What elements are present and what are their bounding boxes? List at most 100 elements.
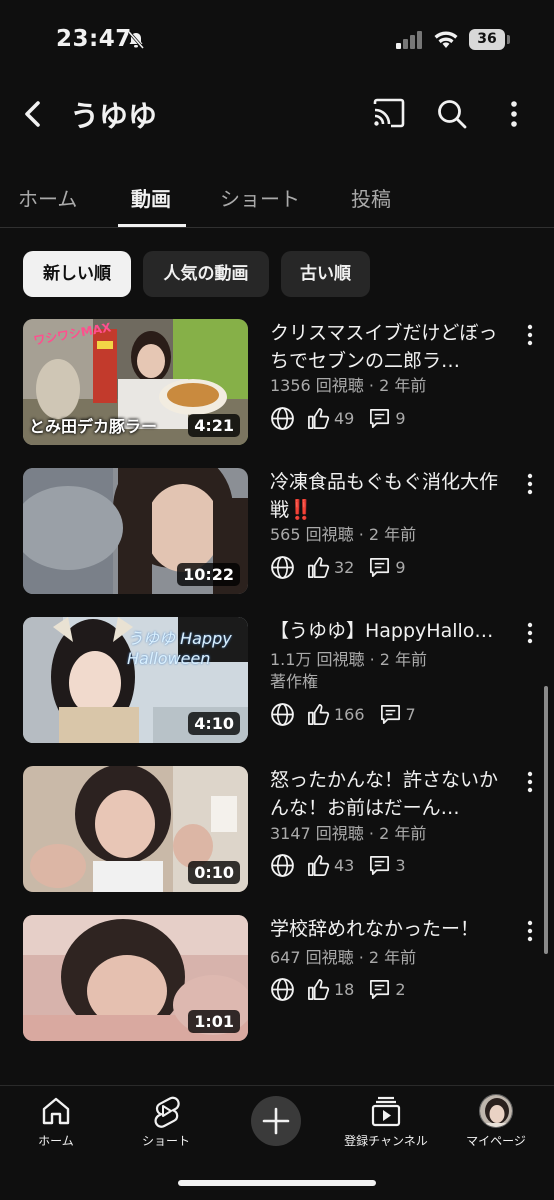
nav-shorts[interactable]: ショート [111,1094,221,1149]
video-item[interactable]: ワシワシMAX とみ田デカ豚ラー 4:21 クリスマスイブだけどぼっちでセブンの… [0,319,554,447]
video-item[interactable]: 0:10 怒ったかんな！許さないかんな！お前はだーん… 3147 回視聴 · 2… [0,766,554,894]
like-count: 43 [334,855,355,875]
back-arrow-icon[interactable] [20,98,46,130]
video-title[interactable]: 怒ったかんな！許さないかんな！お前はだーん… [270,766,506,822]
wifi-icon [434,31,458,48]
video-meta: 1.1万 回視聴 · 2 年前 [270,650,428,669]
thumbnail-overlay-text: うゆゆ Happy Halloween [127,629,232,668]
comment-count: 9 [395,408,406,428]
comment-count: 3 [395,855,406,875]
sort-chips: 新しい順 人気の動画 古い順 [0,251,554,297]
comment-icon [370,557,390,577]
nav-subscriptions-label: 登録チャンネル [344,1134,428,1148]
comment-icon [370,979,390,999]
public-globe-icon [271,555,294,579]
status-time: 23:47 [56,26,132,52]
home-icon [42,1097,70,1125]
channel-title: うゆゆ [70,99,158,133]
video-stats: 166 7 [270,701,430,727]
video-item[interactable]: うゆゆ Happy Halloween 4:10 【うゆゆ】HappyHallo… [0,617,554,745]
like-count: 18 [334,979,355,999]
tab-videos[interactable]: 動画 [131,183,171,212]
comment-count: 9 [395,557,406,577]
video-meta: 3147 回視聴 · 2 年前 [270,824,427,843]
nav-you-label: マイページ [466,1134,526,1148]
channel-header: うゆゆ [0,84,554,144]
like-icon [308,854,330,876]
video-more-icon[interactable] [522,621,538,645]
video-more-icon[interactable] [522,919,538,943]
video-meta: 565 回視聴 · 2 年前 [270,525,417,544]
like-icon [308,703,330,725]
battery-indicator: 36 [469,29,505,50]
like-icon [308,556,330,578]
video-thumbnail[interactable]: ワシワシMAX とみ田デカ豚ラー 4:21 [23,319,248,445]
cast-icon[interactable] [372,98,406,128]
video-title[interactable]: 冷凍食品もぐもぐ消化大作戦‼️ [270,468,506,524]
status-bar: 23:47 36 [0,0,554,80]
chip-oldest[interactable]: 古い順 [281,251,370,297]
scrollbar[interactable] [544,686,548,954]
create-button[interactable] [251,1096,301,1146]
comment-icon [370,855,390,875]
video-meta: 1356 回視聴 · 2 年前 [270,376,427,395]
public-globe-icon [271,977,294,1001]
active-tab-indicator [118,224,186,227]
video-title[interactable]: 【うゆゆ】HappyHallo… [270,617,506,645]
video-title[interactable]: クリスマスイブだけどぼっちでセブンの二郎ラ… [270,319,506,375]
video-item[interactable]: 10:22 冷凍食品もぐもぐ消化大作戦‼️ 565 回視聴 · 2 年前 32 … [0,468,554,596]
video-more-icon[interactable] [522,472,538,496]
nav-home[interactable]: ホーム [1,1094,111,1149]
video-duration: 1:01 [188,1010,240,1033]
nav-you[interactable]: マイページ [441,1094,551,1149]
bell-muted-icon [127,31,145,49]
public-globe-icon [271,702,294,726]
comment-icon [380,704,400,724]
avatar [479,1094,513,1128]
video-stats: 43 3 [270,852,420,878]
video-thumbnail[interactable]: 10:22 [23,468,248,594]
copyright-notice: 著作権 [270,672,319,691]
like-icon [308,978,330,1000]
public-globe-icon [271,853,294,877]
video-item[interactable]: 1:01 学校辞めれなかったー！ 647 回視聴 · 2 年前 18 2 [0,915,554,1043]
subscriptions-icon [371,1096,401,1127]
comment-count: 2 [395,979,406,999]
video-thumbnail[interactable]: 1:01 [23,915,248,1041]
video-duration: 0:10 [188,861,240,884]
avatar-image [480,1095,512,1127]
video-thumbnail[interactable]: 0:10 [23,766,248,892]
plus-icon [262,1107,290,1135]
chip-newest[interactable]: 新しい順 [23,251,131,297]
video-thumbnail[interactable]: うゆゆ Happy Halloween 4:10 [23,617,248,743]
shorts-icon [154,1096,180,1128]
more-options-icon[interactable] [502,98,526,130]
signal-icon [396,31,422,49]
video-duration: 4:21 [188,414,240,437]
video-more-icon[interactable] [522,770,538,794]
video-stats: 49 9 [270,405,420,431]
tab-shorts[interactable]: ショート [220,183,300,212]
video-stats: 32 9 [270,554,420,580]
like-icon [308,407,330,429]
comment-count: 7 [405,704,416,724]
public-globe-icon [271,406,294,430]
tab-home[interactable]: ホーム [18,183,77,212]
video-title[interactable]: 学校辞めれなかったー！ [270,915,506,943]
nav-shorts-label: ショート [141,1134,190,1148]
tab-posts[interactable]: 投稿 [351,183,391,212]
nav-subscriptions[interactable]: 登録チャンネル [331,1094,441,1149]
channel-tabs: ホーム 動画 ショート 投稿 [0,170,554,228]
like-count: 166 [334,704,365,724]
home-indicator [178,1180,376,1186]
like-count: 32 [334,557,355,577]
like-count: 49 [334,408,355,428]
search-icon[interactable] [436,98,468,130]
video-stats: 18 2 [270,976,420,1002]
comment-icon [370,408,390,428]
video-duration: 10:22 [177,563,240,586]
thumbnail-caption: とみ田デカ豚ラー [29,417,158,436]
video-more-icon[interactable] [522,323,538,347]
chip-popular[interactable]: 人気の動画 [143,251,269,297]
video-duration: 4:10 [188,712,240,735]
